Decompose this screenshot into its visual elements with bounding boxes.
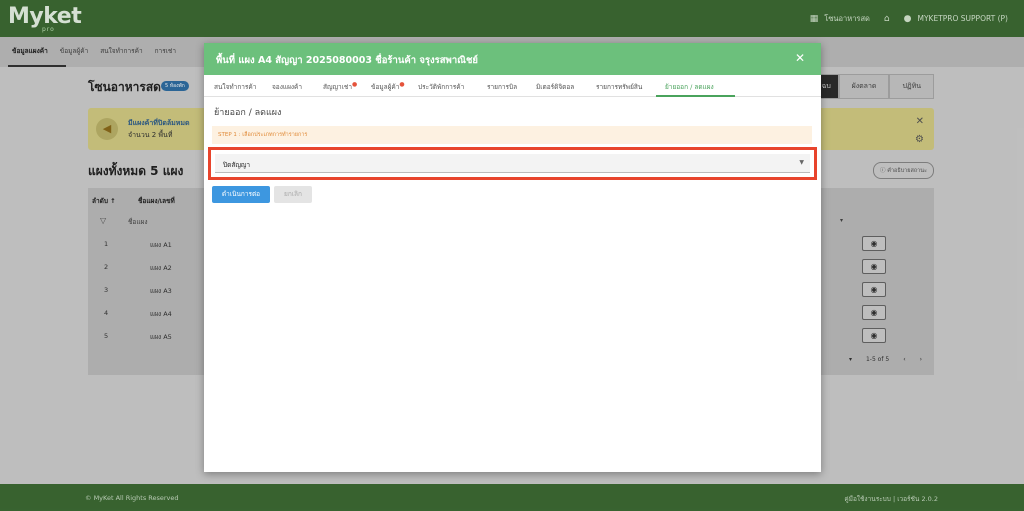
transaction-type-select[interactable]: ปิดสัญญา ▼ — [215, 154, 810, 173]
tab-label: ข้อมูลผู้ค้า — [371, 83, 400, 91]
tab-interest[interactable]: สนใจทำการค้า — [214, 82, 256, 92]
tab-label: สัญญาเช่า — [323, 83, 352, 91]
notification-dot: ● — [399, 81, 405, 88]
tab-vendor-info[interactable]: ข้อมูลผู้ค้า● — [371, 81, 405, 92]
tab-booking[interactable]: จองแผงค้า — [272, 82, 302, 92]
tab-bills[interactable]: รายการบิล — [487, 82, 517, 92]
dialog-header: พื้นที่ แผง A4 สัญญา 2025080003 ชื่อร้าน… — [204, 43, 821, 75]
tab-assets[interactable]: รายการทรัพย์สิน — [596, 82, 642, 92]
step-indicator: STEP 1 : เลือกประเภทการทำรายการ — [212, 126, 812, 144]
highlight-frame: ปิดสัญญา ▼ — [208, 147, 817, 180]
dialog-title: พื้นที่ แผง A4 สัญญา 2025080003 ชื่อร้าน… — [216, 55, 478, 66]
tab-label: ย้ายออก / ลดแผง — [665, 83, 714, 91]
tab-label: มิเตอร์ดิจิตอล — [536, 83, 575, 91]
caret-down-icon: ▼ — [799, 159, 804, 166]
tab-label: รายการทรัพย์สิน — [596, 83, 643, 91]
notification-dot: ● — [351, 81, 358, 88]
move-out-dialog: พื้นที่ แผง A4 สัญญา 2025080003 ชื่อร้าน… — [204, 43, 821, 472]
tab-label: ประวัติพักการค้า — [418, 83, 465, 91]
tab-label: สนใจทำการค้า — [214, 83, 257, 91]
continue-button[interactable]: ดำเนินการต่อ — [212, 186, 270, 203]
cancel-button[interactable]: ยกเลิก — [274, 186, 312, 203]
tab-label: รายการบิล — [487, 83, 518, 91]
tab-move-out[interactable]: ย้ายออก / ลดแผง — [665, 82, 714, 92]
dialog-subtitle: ย้ายออก / ลดแผง — [214, 108, 282, 118]
dialog-tabs: สนใจทำการค้า จองแผงค้า สัญญาเช่า● ข้อมูล… — [204, 75, 821, 97]
close-icon[interactable]: ✕ — [795, 51, 805, 65]
tab-contract[interactable]: สัญญาเช่า● — [323, 81, 358, 92]
tab-label: จองแผงค้า — [272, 83, 303, 91]
select-value: ปิดสัญญา — [223, 161, 251, 169]
tab-suspension-history[interactable]: ประวัติพักการค้า — [418, 82, 464, 92]
active-tab-indicator — [656, 95, 735, 97]
step-text: STEP 1 : เลือกประเภทการทำรายการ — [218, 132, 308, 138]
tab-digital-meter[interactable]: มิเตอร์ดิจิตอล — [536, 82, 574, 92]
